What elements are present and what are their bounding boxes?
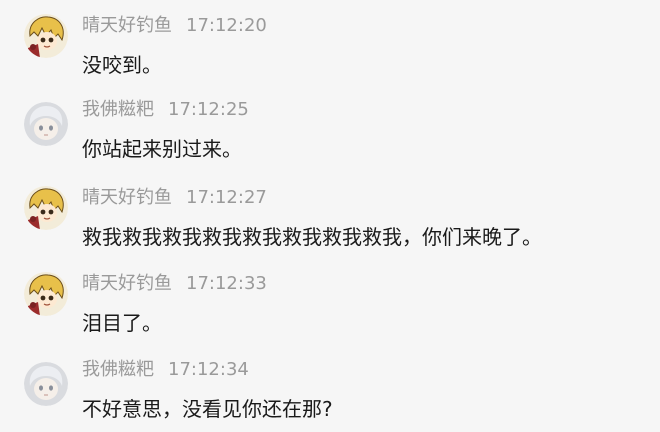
chat-message: 晴天好钓鱼 17:12:33 泪目了。 <box>0 272 660 358</box>
timestamp: 17:12:20 <box>186 15 267 36</box>
sender-name[interactable]: 晴天好钓鱼 <box>82 15 172 36</box>
blonde-character-avatar[interactable] <box>24 14 68 58</box>
message-meta: 晴天好钓鱼 17:12:20 <box>82 14 267 38</box>
pale-character-avatar[interactable] <box>24 362 68 406</box>
sender-name[interactable]: 晴天好钓鱼 <box>82 187 172 208</box>
timestamp: 17:12:33 <box>186 273 267 294</box>
message-meta: 晴天好钓鱼 17:12:27 <box>82 186 267 210</box>
chat-message: 晴天好钓鱼 17:12:20 没咬到。 <box>0 14 660 100</box>
message-text: 泪目了。 <box>82 311 162 335</box>
message-meta: 晴天好钓鱼 17:12:33 <box>82 272 267 296</box>
chat-message: 我佛糍粑 17:12:25 你站起来别过来。 <box>0 98 660 184</box>
timestamp: 17:12:34 <box>168 359 249 380</box>
sender-name[interactable]: 我佛糍粑 <box>82 359 154 380</box>
message-text: 不好意思，没看见你还在那? <box>82 397 333 421</box>
chat-log: 晴天好钓鱼 17:12:20 没咬到。 我佛糍粑 17:12:25 你站起来别过来。 <box>0 0 660 432</box>
pale-character-avatar[interactable] <box>24 102 68 146</box>
chat-message: 晴天好钓鱼 17:12:27 救我救我救我救我救我救我救我救我，你们来晚了。 <box>0 186 660 272</box>
message-meta: 我佛糍粑 17:12:34 <box>82 358 249 382</box>
blonde-character-avatar[interactable] <box>24 186 68 230</box>
sender-name[interactable]: 我佛糍粑 <box>82 99 154 120</box>
message-text: 救我救我救我救我救我救我救我救我，你们来晚了。 <box>82 225 542 249</box>
chat-message: 我佛糍粑 17:12:34 不好意思，没看见你还在那? <box>0 358 660 432</box>
message-meta: 我佛糍粑 17:12:25 <box>82 98 249 122</box>
sender-name[interactable]: 晴天好钓鱼 <box>82 273 172 294</box>
blonde-character-avatar[interactable] <box>24 272 68 316</box>
message-text: 你站起来别过来。 <box>82 137 242 161</box>
message-text: 没咬到。 <box>82 53 162 77</box>
timestamp: 17:12:25 <box>168 99 249 120</box>
timestamp: 17:12:27 <box>186 187 267 208</box>
